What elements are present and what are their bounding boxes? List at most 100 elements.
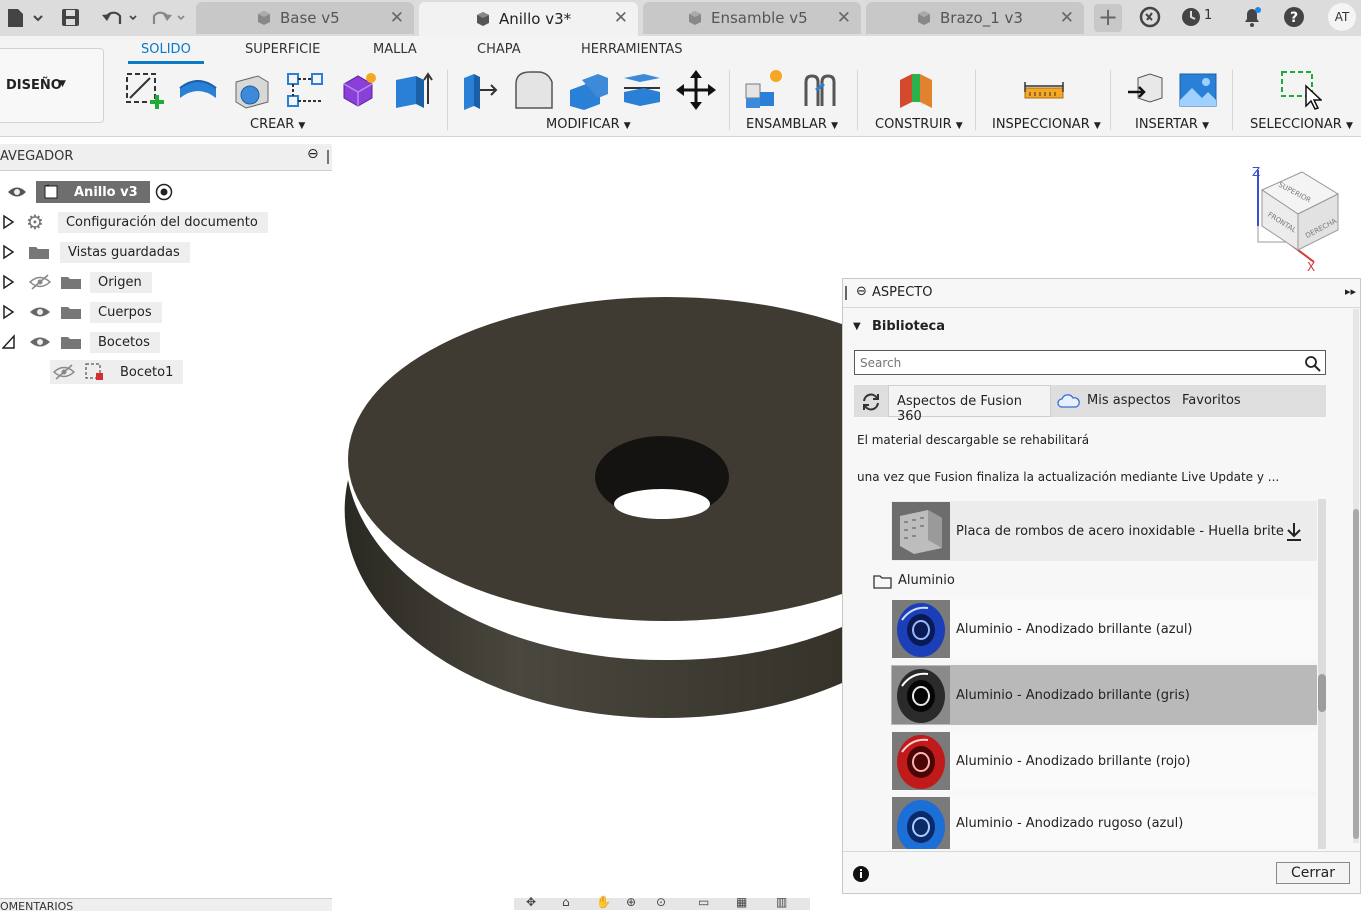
info-icon[interactable] [852, 865, 870, 883]
expand-triangle-icon[interactable] [2, 244, 16, 260]
extrude-icon[interactable] [176, 68, 220, 112]
ribbon-tab-herramientas[interactable]: HERRAMIENTAS [581, 42, 683, 57]
browser-item-config[interactable]: ⚙ Configuración del documento [2, 210, 268, 234]
form-icon[interactable] [338, 68, 382, 112]
save-icon[interactable] [60, 7, 82, 29]
job-status-icon[interactable] [1180, 5, 1204, 29]
insert-derive-icon[interactable] [1124, 68, 1168, 112]
eye-icon[interactable] [28, 334, 52, 350]
insert-image-icon[interactable] [1176, 68, 1220, 112]
group-crear[interactable]: CREAR ▼ [250, 117, 305, 132]
display-settings-icon[interactable]: ▭ [698, 895, 709, 909]
eye-hidden-icon[interactable] [28, 274, 52, 290]
undo-icon[interactable] [100, 6, 140, 30]
press-pull-icon[interactable] [458, 68, 502, 112]
comments-panel-header[interactable]: OMENTARIOS [0, 898, 332, 913]
group-modificar[interactable]: MODIFICAR ▼ [546, 117, 631, 132]
derive-icon[interactable] [392, 68, 436, 112]
construct-plane-icon[interactable] [894, 68, 938, 112]
collapse-icon[interactable]: ⊖ [307, 146, 319, 162]
browser-item-boceto1[interactable]: Boceto1 [50, 360, 184, 384]
new-component-icon[interactable] [742, 68, 786, 112]
section-chevron-icon[interactable]: ▼ [853, 321, 861, 332]
fillet-icon[interactable] [512, 68, 556, 112]
zoom-icon[interactable]: ⊕ [626, 895, 636, 909]
measure-icon[interactable] [1022, 68, 1066, 112]
list-scrollbar-thumb[interactable] [1318, 674, 1326, 712]
create-sketch-icon[interactable] [122, 68, 166, 112]
group-inspeccionar[interactable]: INSPECCIONAR ▼ [992, 117, 1101, 132]
material-item-rough-blue[interactable]: Aluminio - Anodizado rugoso (azul) [891, 797, 1317, 849]
look-at-icon[interactable]: ⌂ [562, 895, 570, 909]
close-button[interactable]: Cerrar [1276, 862, 1350, 884]
close-icon[interactable]: ✕ [1060, 8, 1074, 28]
refresh-icon[interactable] [860, 391, 882, 413]
close-icon[interactable]: ✕ [837, 8, 851, 28]
tab-favorites[interactable]: Favoritos [1182, 393, 1241, 408]
browser-root[interactable]: Anillo v3 [6, 180, 174, 204]
eye-hidden-icon[interactable] [52, 364, 76, 380]
folder-aluminio[interactable]: Aluminio [898, 573, 955, 588]
viewcube[interactable]: Z X SUPERIOR FRONTAL DERECHA [1244, 160, 1354, 275]
fit-icon[interactable]: ⊙ [656, 895, 666, 909]
help-icon[interactable]: ? [1282, 5, 1306, 29]
joint-icon[interactable] [798, 68, 842, 112]
expand-triangle-icon[interactable] [2, 274, 16, 290]
notifications-icon[interactable] [1240, 4, 1264, 30]
grid-icon[interactable]: ▦ [736, 895, 747, 909]
browser-item-vistas[interactable]: Vistas guardadas [2, 240, 190, 264]
user-avatar[interactable]: AT [1328, 3, 1356, 31]
select-window-icon[interactable] [1278, 68, 1322, 112]
material-item-grey[interactable]: Aluminio - Anodizado brillante (gris) [891, 665, 1317, 725]
browser-item-bocetos[interactable]: Bocetos [2, 330, 160, 354]
expand-arrows-icon[interactable]: ▸▸ [1345, 285, 1356, 298]
ribbon-tab-solido[interactable]: SOLIDO [141, 42, 191, 57]
move-icon[interactable] [674, 68, 718, 112]
pan-icon[interactable]: ✋ [596, 895, 611, 909]
browser-item-origen[interactable]: Origen [2, 270, 152, 294]
tab-anillo[interactable]: Anillo v3* ✕ [419, 2, 638, 36]
navigation-bar[interactable]: ✥ ⌂ ✋ ⊕ ⊙ ▭ ▦ ▥ [514, 895, 810, 910]
new-tab-button[interactable]: + [1094, 4, 1122, 32]
group-seleccionar[interactable]: SELECCIONAR ▼ [1250, 117, 1353, 132]
tab-fusion-aspects[interactable]: Aspectos de Fusion 360 [888, 385, 1051, 424]
ribbon-tab-chapa[interactable]: CHAPA [477, 42, 521, 57]
group-construir[interactable]: CONSTRUIR ▼ [875, 117, 963, 132]
panel-scrollbar-track[interactable] [1353, 309, 1359, 843]
tab-my-aspects[interactable]: Mis aspectos [1087, 393, 1171, 408]
activate-radio-icon[interactable] [154, 182, 174, 202]
material-item-blue[interactable]: Aluminio - Anodizado brillante (azul) [891, 599, 1317, 659]
tab-brazo[interactable]: Brazo_1 v3 ✕ [866, 2, 1084, 34]
group-insertar[interactable]: INSERTAR ▼ [1135, 117, 1209, 132]
tab-base[interactable]: Base v5 ✕ [196, 2, 414, 34]
redo-icon[interactable] [148, 6, 188, 30]
collapse-icon[interactable]: ⊖ [856, 284, 867, 299]
material-item-download[interactable]: Placa de rombos de acero inoxidable - Hu… [891, 501, 1317, 561]
panel-grip[interactable] [845, 286, 847, 300]
online-status-icon[interactable] [1138, 5, 1162, 29]
eye-icon[interactable] [28, 304, 52, 320]
workspace-switcher[interactable]: DISEÑO ▼ [0, 48, 104, 123]
material-item-red[interactable]: Aluminio - Anodizado brillante (rojo) [891, 731, 1317, 791]
orbit-icon[interactable]: ✥ [526, 895, 536, 909]
close-icon[interactable]: ✕ [390, 8, 404, 28]
viewports-icon[interactable]: ▥ [776, 895, 787, 909]
pattern-icon[interactable] [284, 68, 328, 112]
search-icon[interactable] [1304, 355, 1322, 373]
collapse-triangle-icon[interactable] [2, 334, 16, 350]
box-icon[interactable] [230, 68, 274, 112]
list-scrollbar-track[interactable] [1318, 499, 1326, 849]
eye-icon[interactable] [6, 184, 28, 200]
close-icon[interactable]: ✕ [614, 8, 628, 28]
panel-grip[interactable] [327, 150, 329, 164]
expand-triangle-icon[interactable] [2, 214, 16, 230]
group-ensamblar[interactable]: ENSAMBLAR ▼ [746, 117, 838, 132]
search-box[interactable] [854, 350, 1326, 375]
download-icon[interactable] [1284, 521, 1304, 543]
split-body-icon[interactable] [620, 68, 664, 112]
expand-triangle-icon[interactable] [2, 304, 16, 320]
ribbon-tab-malla[interactable]: MALLA [373, 42, 417, 57]
section-biblioteca[interactable]: Biblioteca [872, 319, 945, 334]
search-input[interactable] [858, 353, 1302, 373]
file-menu-icon[interactable] [6, 7, 46, 29]
